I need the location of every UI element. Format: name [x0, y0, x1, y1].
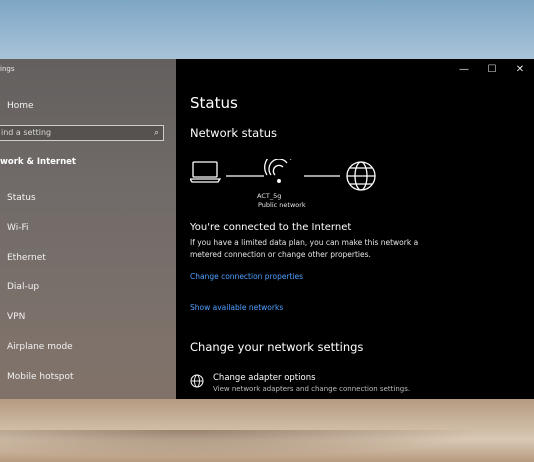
- window-controls: — ☐ ✕: [450, 62, 534, 78]
- sidebar-item-dial-up[interactable]: Dial-up: [0, 278, 176, 298]
- sidebar-item-status[interactable]: Status: [0, 189, 176, 209]
- search-placeholder: ind a setting: [1, 128, 52, 137]
- laptop-icon: [190, 161, 222, 183]
- adapter-options-description: View network adapters and change connect…: [213, 385, 411, 393]
- sidebar-item-label: Wi-Fi: [7, 223, 29, 233]
- minimize-button[interactable]: —: [450, 62, 478, 78]
- search-input[interactable]: ind a setting ⌕: [0, 125, 164, 141]
- close-button[interactable]: ✕: [506, 62, 534, 78]
- sidebar-item-label: Dial-up: [7, 282, 40, 292]
- desktop-wallpaper-shadow: [0, 430, 534, 462]
- network-name: ACT_5g: [257, 192, 282, 200]
- sidebar-section-title: work & Internet: [0, 157, 76, 167]
- change-adapter-options[interactable]: Change adapter options View network adap…: [190, 373, 510, 399]
- desktop-wallpaper-sky: [0, 0, 534, 60]
- main-content: — ☐ ✕ Status Network status ACT_5g Publi…: [176, 59, 534, 399]
- network-status-heading: Network status: [190, 126, 278, 140]
- sidebar-item-mobile-hotspot[interactable]: Mobile hotspot: [0, 368, 176, 388]
- sidebar-home-label: Home: [7, 101, 34, 111]
- network-type: Public network: [258, 201, 306, 209]
- adapter-icon: [190, 374, 204, 388]
- page-title: Status: [190, 94, 238, 112]
- sidebar-item-airplane-mode[interactable]: Airplane mode: [0, 338, 176, 358]
- wifi-icon: [264, 159, 292, 183]
- connection-status-description: If you have a limited data plan, you can…: [190, 238, 419, 259]
- sidebar-item-label: Airplane mode: [7, 342, 73, 352]
- sidebar: ings Home ind a setting ⌕ work & Interne…: [0, 59, 176, 399]
- sidebar-item-label: Status: [7, 193, 36, 203]
- globe-icon: [346, 161, 376, 191]
- change-connection-properties-link[interactable]: Change connection properties: [190, 272, 303, 281]
- connection-status-title: You're connected to the Internet: [190, 222, 352, 233]
- sidebar-item-wifi[interactable]: Wi-Fi: [0, 219, 176, 239]
- window-title: ings: [0, 65, 15, 73]
- adapter-options-title: Change adapter options: [213, 373, 316, 383]
- show-available-networks-link[interactable]: Show available networks: [190, 303, 283, 312]
- search-icon: ⌕: [153, 128, 159, 138]
- sidebar-item-vpn[interactable]: VPN: [0, 308, 176, 328]
- sidebar-item-label: Ethernet: [7, 253, 46, 263]
- settings-window: ings Home ind a setting ⌕ work & Interne…: [0, 59, 534, 399]
- maximize-button[interactable]: ☐: [478, 62, 506, 78]
- change-settings-heading: Change your network settings: [190, 340, 364, 354]
- sidebar-home[interactable]: Home: [0, 99, 176, 113]
- sidebar-item-ethernet[interactable]: Ethernet: [0, 249, 176, 269]
- sidebar-item-label: Mobile hotspot: [7, 372, 74, 382]
- sidebar-item-label: VPN: [7, 312, 26, 322]
